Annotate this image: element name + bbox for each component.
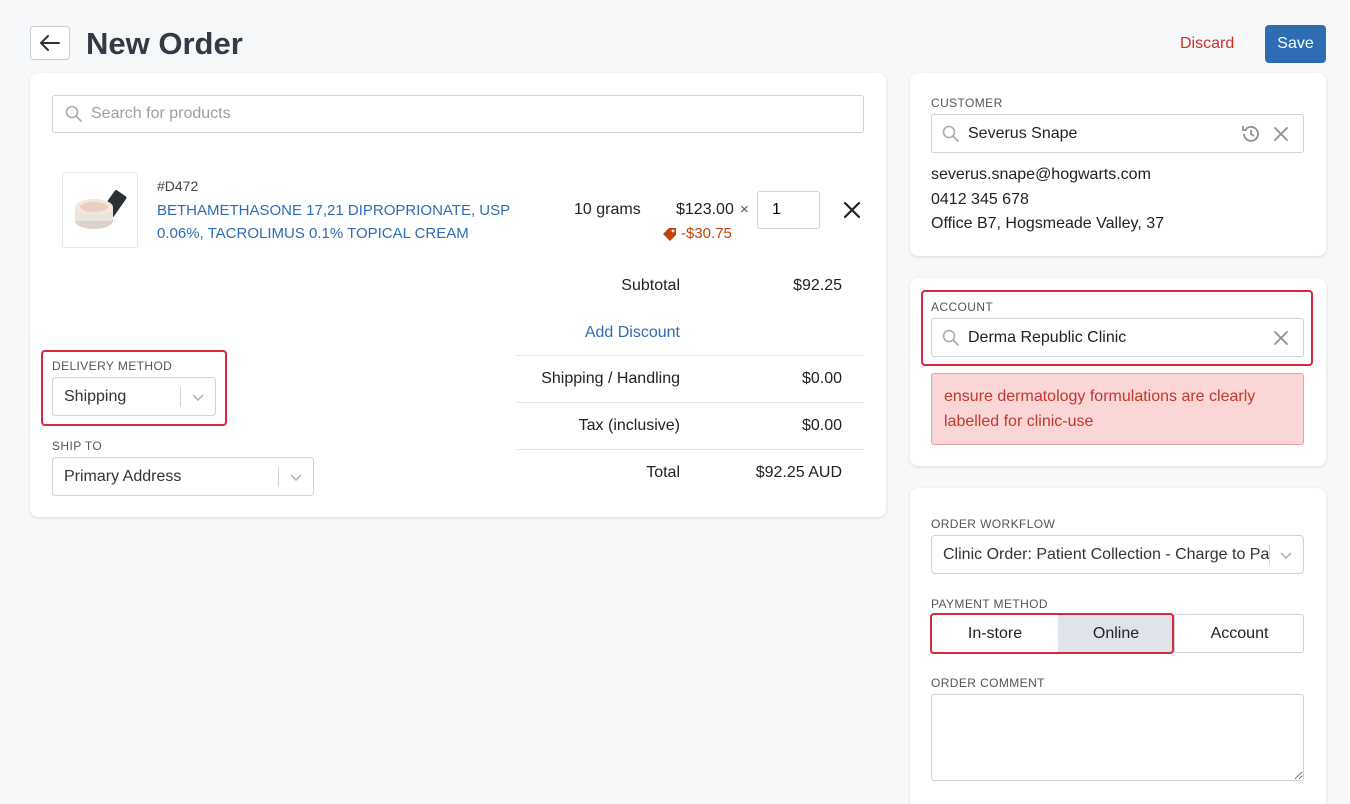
discard-button[interactable]: Discard [1170, 26, 1244, 62]
history-icon[interactable] [1240, 123, 1262, 145]
totals-divider [516, 402, 864, 403]
page-title: New Order [86, 26, 243, 61]
ship-to-label: SHIP TO [52, 439, 103, 453]
select-separator [1269, 545, 1270, 565]
product-thumbnail [62, 172, 138, 248]
payment-method-highlight [930, 613, 1174, 654]
unit-price: $123.00 [676, 201, 734, 218]
customer-address: Office B7, Hogsmeade Valley, 37 [931, 215, 1165, 232]
customer-label: CUSTOMER [931, 96, 1003, 110]
save-button[interactable]: Save [1265, 25, 1326, 63]
customer-phone: 0412 345 678 [931, 190, 1029, 208]
search-icon [942, 125, 959, 142]
chevron-down-icon [192, 394, 204, 402]
total-label: Total [646, 464, 680, 481]
payment-method-label: PAYMENT METHOD [931, 597, 1048, 611]
close-icon [843, 201, 861, 219]
customer-details: severus.snape@hogwarts.com 0412 345 678 … [931, 163, 1164, 237]
delivery-method-select[interactable]: Shipping [52, 377, 216, 416]
search-icon [942, 329, 959, 346]
account-name: Derma Republic Clinic [968, 328, 1127, 346]
subtotal-label: Subtotal [621, 277, 680, 294]
tax-label: Tax (inclusive) [578, 417, 680, 434]
select-separator [278, 467, 279, 487]
select-separator [180, 387, 181, 407]
order-comment-input[interactable] [931, 694, 1304, 781]
payment-option-account[interactable]: Account [1174, 615, 1304, 652]
product-sku: #D472 [157, 178, 199, 194]
totals-divider [516, 355, 864, 356]
order-workflow-value: Clinic Order: Patient Collection - Charg… [943, 545, 1269, 563]
product-name-link[interactable]: BETHAMETHASONE 17,21 DIPROPRIONATE, USP … [157, 199, 557, 245]
shipping-label: Shipping / Handling [541, 370, 680, 387]
totals-divider [516, 449, 864, 450]
subtotal-value: $92.25 [793, 277, 842, 294]
order-workflow-label: ORDER WORKFLOW [931, 517, 1056, 531]
discount-amount: -$30.75 [681, 225, 732, 242]
chevron-down-icon [290, 474, 302, 482]
order-comment-label: ORDER COMMENT [931, 676, 1045, 690]
clear-icon[interactable] [1272, 125, 1290, 143]
line-discount: -$30.75 [662, 225, 732, 242]
product-search-input[interactable] [91, 105, 863, 123]
tag-icon [663, 227, 676, 241]
remove-item-button[interactable] [840, 198, 864, 222]
chevron-down-icon [1280, 552, 1292, 560]
product-search[interactable] [52, 95, 864, 133]
arrow-left-icon [40, 35, 60, 51]
multiply-sign: × [740, 201, 749, 218]
order-items-card [30, 73, 886, 517]
customer-name: Severus Snape [968, 124, 1078, 142]
account-field[interactable]: Derma Republic Clinic [931, 318, 1304, 357]
account-warning: ensure dermatology formulations are clea… [931, 373, 1304, 445]
delivery-method-value: Shipping [64, 387, 127, 405]
back-button[interactable] [30, 26, 70, 60]
customer-email: severus.snape@hogwarts.com [931, 166, 1151, 183]
order-workflow-select[interactable]: Clinic Order: Patient Collection - Charg… [931, 535, 1304, 574]
product-variant: 10 grams [574, 201, 641, 218]
delivery-method-label: DELIVERY METHOD [52, 359, 173, 373]
quantity-input[interactable] [757, 191, 820, 229]
total-value: $92.25 AUD [755, 464, 842, 481]
ship-to-select[interactable]: Primary Address [52, 457, 314, 496]
tax-value: $0.00 [801, 417, 842, 434]
clear-icon[interactable] [1272, 329, 1290, 347]
account-label: ACCOUNT [931, 300, 994, 314]
add-discount-link[interactable]: Add Discount [520, 324, 680, 342]
ship-to-value: Primary Address [64, 467, 182, 485]
search-icon [65, 105, 82, 122]
cream-jar-image [75, 190, 127, 229]
customer-field[interactable]: Severus Snape [931, 114, 1304, 153]
shipping-value: $0.00 [801, 370, 842, 387]
